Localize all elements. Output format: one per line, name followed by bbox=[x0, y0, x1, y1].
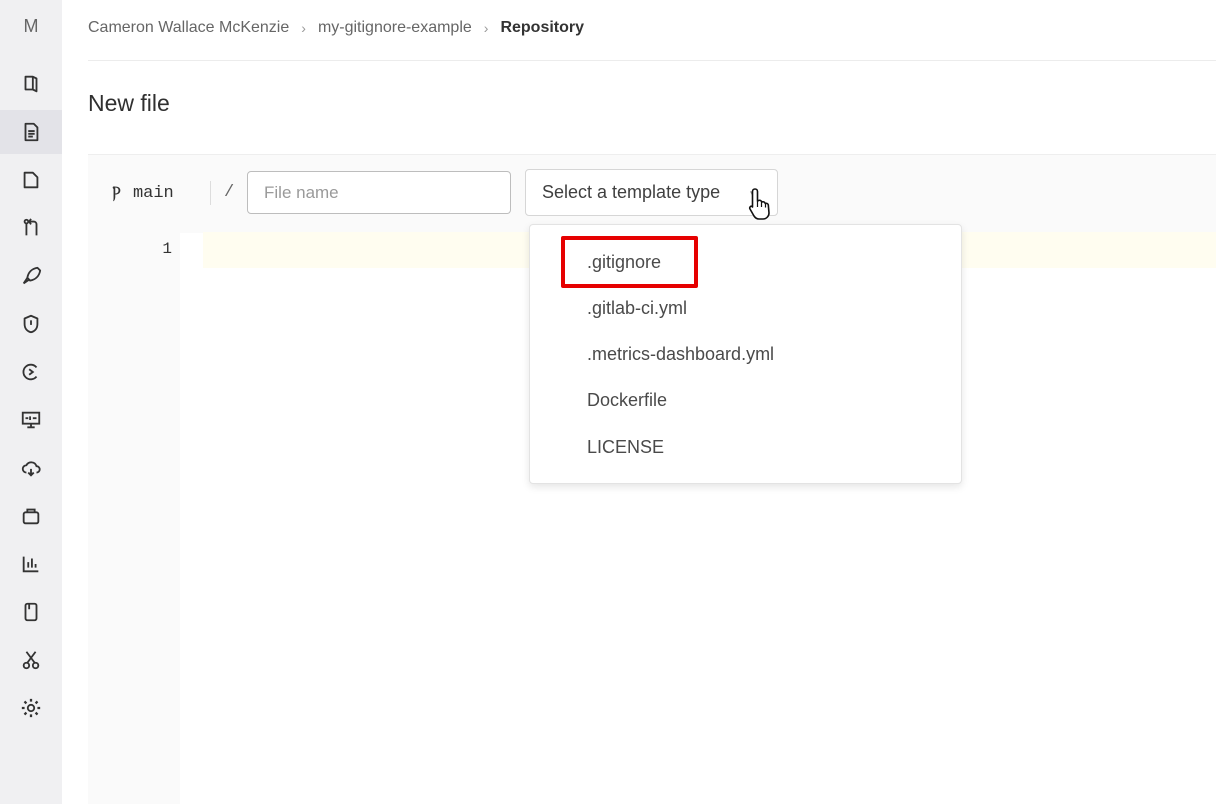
sidebar-item-settings[interactable] bbox=[0, 686, 62, 730]
deployments-icon bbox=[22, 363, 38, 381]
template-option-license[interactable]: LICENSE bbox=[587, 437, 664, 458]
breadcrumb-separator-icon: › bbox=[301, 20, 306, 36]
breadcrumb-item-user[interactable]: Cameron Wallace McKenzie bbox=[88, 19, 289, 37]
path-separator: / bbox=[224, 183, 235, 202]
sidebar-item-infrastructure[interactable] bbox=[0, 446, 62, 490]
project-avatar[interactable]: M bbox=[0, 4, 62, 48]
template-option-gitlab-ci[interactable]: .gitlab-ci.yml bbox=[587, 298, 687, 319]
breadcrumb-item-repository[interactable]: Repository bbox=[500, 19, 584, 37]
sidebar-item-snippets[interactable] bbox=[0, 638, 62, 682]
header-divider bbox=[88, 60, 1216, 61]
branch-icon: Ⲣ bbox=[112, 183, 121, 202]
sidebar-item-monitor[interactable] bbox=[0, 398, 62, 442]
breadcrumb-separator-icon: › bbox=[483, 20, 489, 36]
template-select-label: Select a template type bbox=[542, 182, 721, 202]
wiki-icon bbox=[24, 602, 38, 622]
hand-cursor-icon bbox=[748, 188, 770, 220]
template-option-metrics-dashboard[interactable]: .metrics-dashboard.yml bbox=[587, 344, 774, 365]
breadcrumb: Cameron Wallace McKenzie › my-gitignore-… bbox=[88, 14, 584, 42]
security-shield-icon bbox=[23, 314, 39, 334]
line-number-gutter: 1 bbox=[88, 232, 180, 804]
sidebar-item-issues[interactable] bbox=[0, 158, 62, 202]
monitor-icon bbox=[21, 411, 41, 429]
branch-indicator: Ⲣ main bbox=[112, 183, 174, 203]
cicd-rocket-icon bbox=[22, 266, 42, 285]
sidebar-item-project-overview[interactable] bbox=[0, 62, 62, 106]
highlight-annotation-box bbox=[561, 236, 698, 288]
branch-name: main bbox=[132, 183, 174, 203]
repository-icon bbox=[24, 122, 39, 142]
sidebar-item-cicd[interactable] bbox=[0, 254, 62, 298]
sidebar-item-security[interactable] bbox=[0, 302, 62, 346]
infrastructure-cloud-icon bbox=[21, 461, 41, 477]
packages-icon bbox=[22, 508, 40, 525]
sidebar-item-deployments[interactable] bbox=[0, 350, 62, 394]
editor-toolbar: Ⲣ main / Select a template type ▾ bbox=[88, 154, 1216, 233]
template-type-select[interactable]: Select a template type ▾ bbox=[525, 169, 778, 216]
analytics-icon bbox=[22, 556, 39, 573]
file-name-input[interactable] bbox=[247, 171, 511, 214]
page-title: New file bbox=[88, 90, 170, 116]
line-number: 1 bbox=[162, 240, 172, 258]
issues-icon bbox=[23, 171, 39, 189]
sidebar-item-repository[interactable] bbox=[0, 110, 62, 154]
left-sidebar: M bbox=[0, 0, 62, 804]
sidebar-item-wiki[interactable] bbox=[0, 590, 62, 634]
settings-gear-icon bbox=[21, 698, 41, 718]
breadcrumb-item-project[interactable]: my-gitignore-example bbox=[318, 19, 472, 37]
toolbar-divider bbox=[210, 181, 211, 205]
project-avatar-letter: M bbox=[23, 15, 39, 36]
sidebar-item-analytics[interactable] bbox=[0, 542, 62, 586]
sidebar-item-merge-requests[interactable] bbox=[0, 206, 62, 250]
project-overview-icon bbox=[24, 75, 38, 93]
merge-requests-icon bbox=[23, 218, 38, 236]
template-option-dockerfile[interactable]: Dockerfile bbox=[587, 390, 667, 411]
sidebar-item-packages[interactable] bbox=[0, 494, 62, 538]
snippets-scissors-icon bbox=[22, 651, 40, 670]
